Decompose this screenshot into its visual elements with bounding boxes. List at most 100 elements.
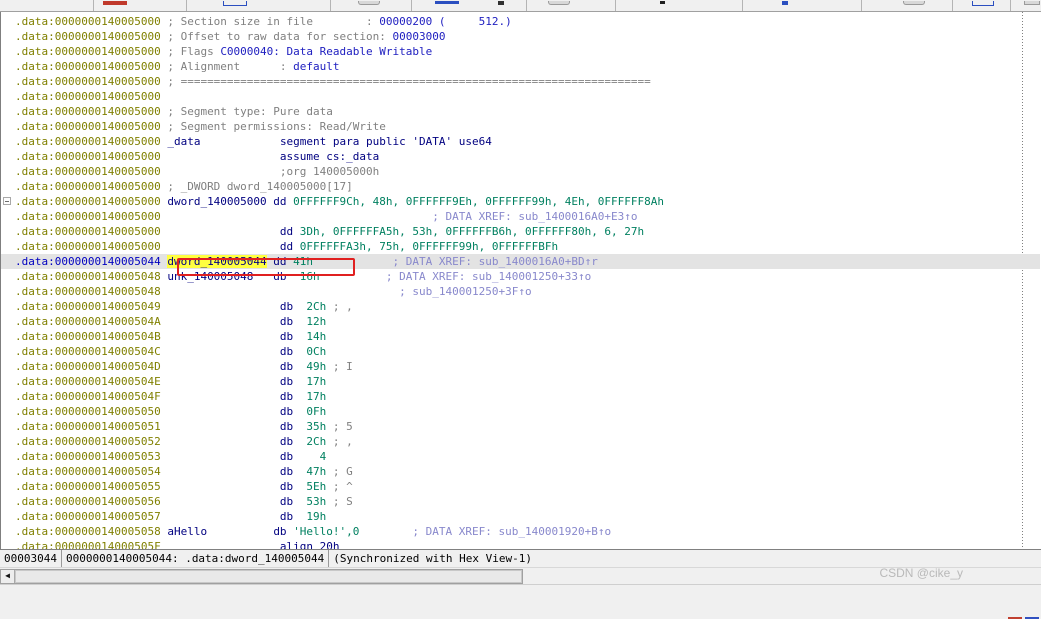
xref-comment[interactable]: ; DATA XREF: sub_1400016A0+E3↑o	[432, 210, 637, 223]
mnemonic: db	[279, 420, 294, 433]
horizontal-scrollbar[interactable]: ◀	[0, 568, 523, 584]
disassembly-line[interactable]: .data:000000014000505F align 20h	[1, 539, 1040, 549]
toolbar[interactable]	[0, 0, 1041, 12]
disassembly-line[interactable]: .data:0000000140005000 ; Segment type: P…	[1, 104, 1040, 119]
disassembly-line[interactable]: .data:0000000140005000 ; Offset to raw d…	[1, 29, 1040, 44]
scroll-left-arrow-icon[interactable]: ◀	[1, 569, 15, 583]
line-address: .data:0000000140005053	[15, 450, 168, 463]
disassembly-line[interactable]: .data:0000000140005000 ;org 140005000h	[1, 164, 1040, 179]
disassembly-line[interactable]: .data:0000000140005055 db 5Eh ; ^	[1, 479, 1040, 494]
disassembly-line[interactable]: .data:000000014000504A db 12h	[1, 314, 1040, 329]
xref-comment[interactable]: ; sub_140001250+3F↑o	[399, 285, 531, 298]
disassembly-line[interactable]: .data:000000014000504C db 0Ch	[1, 344, 1040, 359]
disassembly-line[interactable]: .data:0000000140005000	[1, 89, 1040, 104]
bottom-icons[interactable]	[1008, 606, 1039, 619]
disassembly-line[interactable]: .data:0000000140005000 dword_140005000 d…	[1, 194, 1040, 209]
disassembly-line[interactable]: .data:0000000140005050 db 0Fh	[1, 404, 1040, 419]
line-address: .data:0000000140005000	[15, 90, 168, 103]
bottom-blue-icon[interactable]	[1025, 606, 1039, 619]
comment: 00003000	[392, 30, 446, 43]
mnemonic: segment para public 'DATA' use64	[279, 135, 492, 148]
blank-icon[interactable]	[660, 0, 665, 11]
collapse-toggle-icon[interactable]	[3, 197, 11, 205]
comment: ; 5	[332, 420, 353, 433]
disassembly-line[interactable]: .data:0000000140005000 ; Segment permiss…	[1, 119, 1040, 134]
comment: ; ,	[332, 435, 353, 448]
dropdown-icon[interactable]	[358, 0, 380, 11]
disassembly-line[interactable]: .data:0000000140005058 aHello db 'Hello!…	[1, 524, 1040, 539]
disassembly-line[interactable]: .data:000000014000504E db 17h	[1, 374, 1040, 389]
operand: 49h	[306, 360, 327, 373]
status-sync: (Synchronized with Hex View-1)	[333, 552, 532, 565]
stop-icon[interactable]	[103, 0, 127, 11]
disassembly-line[interactable]: .data:000000014000504F db 17h	[1, 389, 1040, 404]
disassembly-line[interactable]: .data:0000000140005049 db 2Ch ; ,	[1, 299, 1040, 314]
operand: 0Ch	[306, 345, 327, 358]
disassembly-line[interactable]: .data:0000000140005056 db 53h ; S	[1, 494, 1040, 509]
xref-comment[interactable]: ; DATA XREF: sub_140001250+33↑o	[386, 270, 591, 283]
operand: 35h	[306, 420, 327, 433]
disassembly-line[interactable]: .data:0000000140005000 ; ===============…	[1, 74, 1040, 89]
line-address: .data:0000000140005000	[15, 180, 168, 193]
disassembly-line[interactable]: .data:000000014000504D db 49h ; I	[1, 359, 1040, 374]
line-address: .data:0000000140005054	[15, 465, 168, 478]
symbol-name[interactable]: dword_140005000	[167, 195, 266, 208]
symbol-name[interactable]: aHello	[167, 525, 207, 538]
window-icon[interactable]	[223, 0, 247, 11]
disassembly-line[interactable]: .data:0000000140005054 db 47h ; G	[1, 464, 1040, 479]
line-address: .data:0000000140005000	[15, 75, 168, 88]
disassembly-line[interactable]: .data:0000000140005000 dd 0FFFFFFA3h, 75…	[1, 239, 1040, 254]
arrow-icon[interactable]	[903, 0, 925, 11]
disassembly-line[interactable]: .data:000000014000504B db 14h	[1, 329, 1040, 344]
disassembly-line[interactable]: .data:0000000140005048 unk_140005048 db …	[1, 269, 1040, 284]
disassembly-line[interactable]: .data:0000000140005000 ; Section size in…	[1, 14, 1040, 29]
disassembly-line[interactable]: .data:0000000140005000 ; Alignment : def…	[1, 59, 1040, 74]
disassembly-line[interactable]: .data:0000000140005000 dd 3Dh, 0FFFFFFA5…	[1, 224, 1040, 239]
line-address: .data:0000000140005048	[15, 285, 168, 298]
disassembly-lines[interactable]: .data:0000000140005000 ; Section size in…	[1, 14, 1040, 549]
disassembly-line[interactable]: .data:0000000140005051 db 35h ; 5	[1, 419, 1040, 434]
disassembly-line[interactable]: .data:0000000140005044 dword_140005044 d…	[1, 254, 1040, 269]
toolbar-separator	[1010, 0, 1011, 11]
scroll-thumb[interactable]	[15, 569, 522, 583]
line-address: .data:0000000140005000	[15, 135, 168, 148]
symbol-name[interactable]: _data	[167, 135, 200, 148]
disassembly-line[interactable]: .data:0000000140005052 db 2Ch ; ,	[1, 434, 1040, 449]
disassembly-pane[interactable]: .data:0000000140005000 ; Section size in…	[0, 12, 1041, 549]
disassembly-line[interactable]: .data:0000000140005000 ; Flags C0000040:…	[1, 44, 1040, 59]
chart-icon[interactable]	[435, 0, 459, 11]
comment: ; ======================================…	[167, 75, 651, 88]
status-bar: 00003044 0000000140005044: .data:dword_1…	[0, 549, 1041, 567]
disassembly-line[interactable]: .data:0000000140005000 ; DATA XREF: sub_…	[1, 209, 1040, 224]
graph-icon[interactable]	[548, 0, 570, 11]
mnemonic: db	[279, 405, 294, 418]
xref-comment[interactable]: ; DATA XREF: sub_140001920+B↑o	[412, 525, 611, 538]
xref-comment[interactable]: ; DATA XREF: sub_1400016A0+BD↑r	[393, 255, 598, 268]
mnemonic: db	[279, 510, 294, 523]
bottom-red-icon[interactable]	[1008, 606, 1022, 619]
line-address: .data:0000000140005000	[15, 105, 168, 118]
disassembly-line[interactable]: .data:0000000140005000 ; _DWORD dword_14…	[1, 179, 1040, 194]
highlighted-symbol[interactable]: dword_140005044	[167, 255, 267, 268]
hex-icon[interactable]	[782, 0, 788, 11]
disassembly-line[interactable]: .data:0000000140005048 ; sub_140001250+3…	[1, 284, 1040, 299]
line-address: .data:000000014000504E	[15, 375, 168, 388]
disassembly-line[interactable]: .data:0000000140005053 db 4	[1, 449, 1040, 464]
disassembly-line[interactable]: .data:0000000140005000 assume cs:_data	[1, 149, 1040, 164]
more-icon[interactable]	[1024, 0, 1040, 11]
symbol-name[interactable]: unk_140005048	[167, 270, 253, 283]
grid-icon[interactable]	[498, 0, 504, 11]
comment: ; Alignment :	[167, 60, 294, 73]
disassembly-line[interactable]: .data:0000000140005057 db 19h	[1, 509, 1040, 524]
comment: ; ^	[332, 480, 353, 493]
window-icon-2[interactable]	[972, 0, 994, 11]
disassembly-line[interactable]: .data:0000000140005000 _data segment par…	[1, 134, 1040, 149]
